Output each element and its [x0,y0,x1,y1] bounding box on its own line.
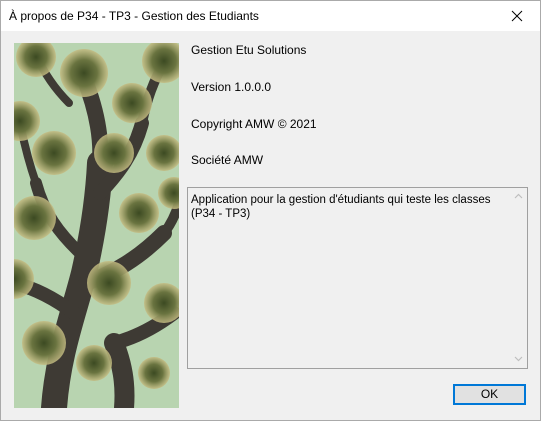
product-name-label: Gestion Etu Solutions [191,43,307,57]
scroll-down-button[interactable] [510,351,527,368]
version-label: Version 1.0.0.0 [191,80,272,94]
title-bar[interactable]: À propos de P34 - TP3 - Gestion des Etud… [1,1,540,31]
scroll-up-button[interactable] [510,188,527,205]
description-textbox[interactable]: Application pour la gestion d'étudiants … [187,187,528,369]
dialog-content: Gestion Etu Solutions Version 1.0.0.0 Co… [1,31,540,420]
window-title: À propos de P34 - TP3 - Gestion des Etud… [9,9,259,23]
joshua-tree-picture [14,43,179,408]
ok-button[interactable]: OK [453,384,526,405]
close-button[interactable] [494,1,540,31]
close-icon [511,10,523,22]
copyright-label: Copyright AMW © 2021 [191,117,317,131]
logo-image [14,43,179,408]
scroll-down-arrow-icon [514,356,523,362]
scroll-up-arrow-icon [514,193,523,199]
company-label: Société AMW [191,153,264,167]
description-scrollbar[interactable] [510,188,527,368]
description-text: Application pour la gestion d'étudiants … [191,194,491,220]
about-dialog: À propos de P34 - TP3 - Gestion des Etud… [0,0,541,421]
